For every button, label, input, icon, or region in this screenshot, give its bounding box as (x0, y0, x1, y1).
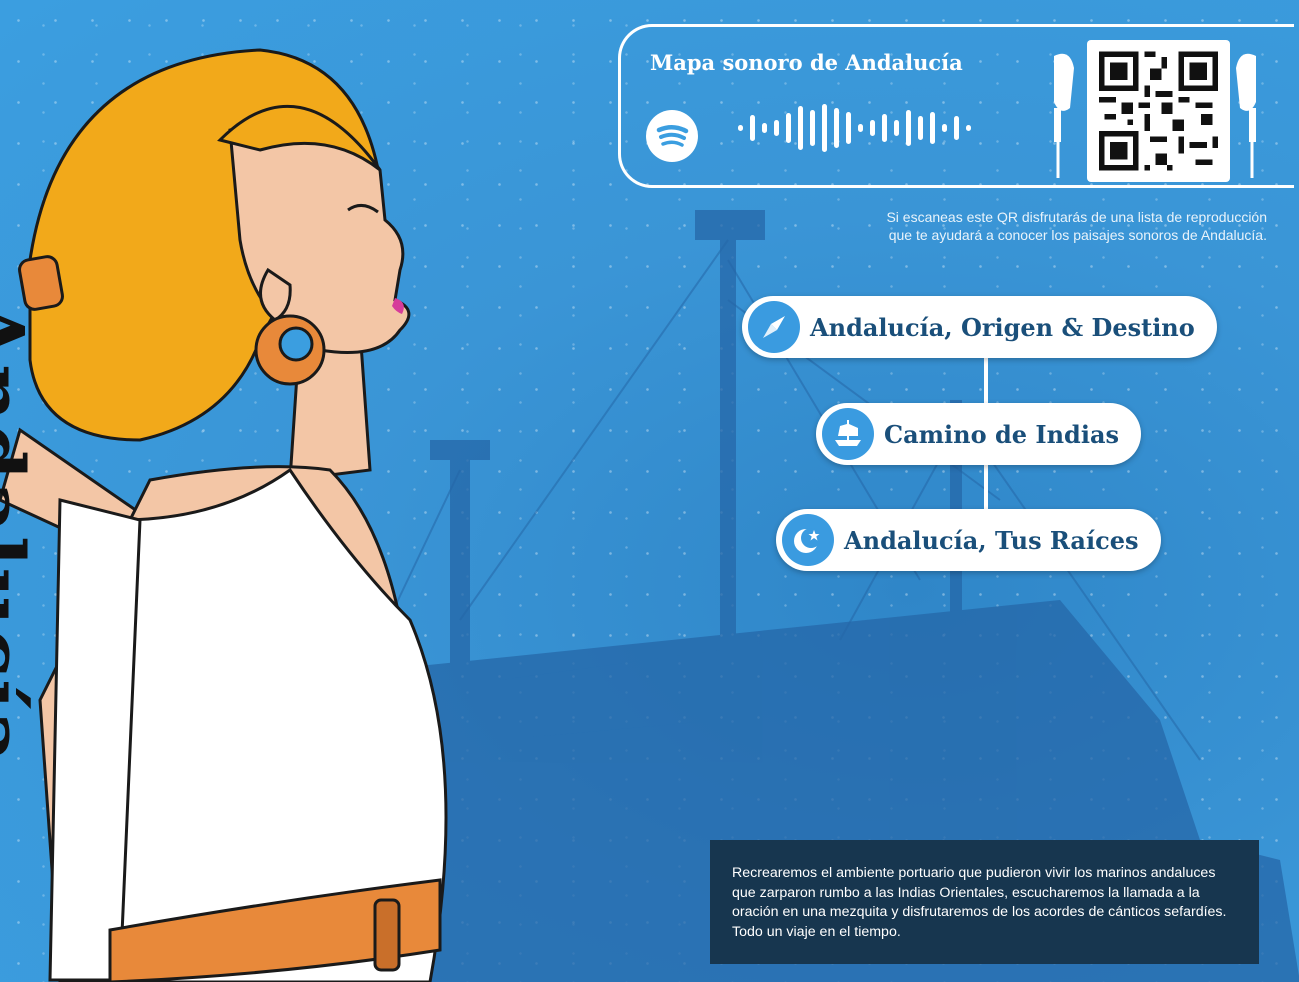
route-pill-camino-indias[interactable]: Camino de Indias (816, 403, 1142, 465)
route-pill-tus-raices[interactable]: Andalucía, Tus Raíces (776, 509, 1161, 571)
spotify-soundwave-code[interactable] (728, 98, 1008, 158)
poster: Andalucía Mapa sonoro de Andalucía Si es… (0, 0, 1299, 982)
route-pill-origen-destino[interactable]: Andalucía, Origen & Destino (742, 296, 1217, 358)
qr-note: Si escaneas este QR disfrutarás de una l… (886, 208, 1267, 244)
vertical-brand-word: Andalucía (0, 300, 42, 982)
description-text: Recrearemos el ambiente portuario que pu… (732, 865, 1227, 940)
spotify-logo-icon[interactable] (646, 110, 698, 162)
qr-note-line-2: que te ayudará a conocer los paisajes so… (888, 227, 1267, 243)
compass-icon (748, 301, 800, 353)
woman-illustration (0, 48, 448, 982)
route-label: Camino de Indias (884, 419, 1120, 449)
brand-word-text: Andalucía (0, 300, 42, 766)
ship-icon (822, 408, 874, 460)
crescent-star-icon (782, 514, 834, 566)
route-label: Andalucía, Origen & Destino (810, 312, 1195, 342)
description-box: Recrearemos el ambiente portuario que pu… (710, 840, 1259, 964)
qr-code-icon[interactable] (1087, 40, 1230, 182)
qr-note-line-1: Si escaneas este QR disfrutarás de una l… (886, 209, 1267, 225)
route-label: Andalucía, Tus Raíces (844, 525, 1139, 555)
spotify-card-title: Mapa sonoro de Andalucía (650, 50, 963, 75)
